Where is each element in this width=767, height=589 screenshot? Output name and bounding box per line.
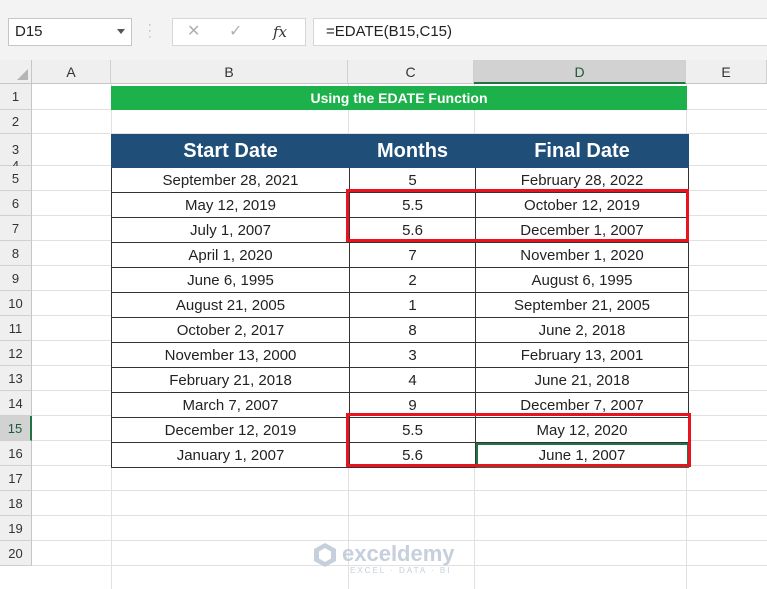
start-date-cell[interactable]: October 2, 2017 [111,317,350,343]
table-row: April 1, 2020 7 November 1, 2020 [111,242,689,268]
name-box-value: D15 [15,23,43,40]
final-date-cell[interactable]: February 13, 2001 [475,342,689,368]
gridline [32,515,767,516]
final-date-cell[interactable]: June 2, 2018 [475,317,689,343]
highlight-box [346,413,691,467]
column-header-e[interactable]: E [686,60,767,84]
months-cell[interactable]: 1 [349,292,476,318]
final-date-cell[interactable]: November 1, 2020 [475,242,689,268]
start-date-cell[interactable]: June 6, 1995 [111,267,350,293]
drag-handle-icon[interactable]: · · · [148,20,152,43]
row-header-20[interactable]: 20 [0,541,32,566]
name-box[interactable]: D15 [8,18,132,46]
highlight-box [346,189,689,242]
start-date-cell[interactable]: August 21, 2005 [111,292,350,318]
exceldemy-logo: exceldemy EXCEL · DATA · BI [312,540,462,580]
row-header-5[interactable]: 5 [0,166,32,191]
table-row: June 6, 1995 2 August 6, 1995 [111,267,689,293]
months-cell[interactable]: 7 [349,242,476,268]
row-header-16[interactable]: 16 [0,441,32,466]
row-header-6[interactable]: 6 [0,191,32,216]
select-all-corner[interactable] [0,60,32,84]
row-header-19[interactable]: 19 [0,516,32,541]
cancel-icon[interactable]: ✕ [187,21,200,43]
final-date-cell[interactable]: June 21, 2018 [475,367,689,393]
start-date-cell[interactable]: April 1, 2020 [111,242,350,268]
months-cell[interactable]: 2 [349,267,476,293]
row-header-10[interactable]: 10 [0,291,32,316]
row-header-14[interactable]: 14 [0,391,32,416]
final-date-cell[interactable]: September 21, 2005 [475,292,689,318]
start-date-cell[interactable]: February 21, 2018 [111,367,350,393]
row-header-8[interactable]: 8 [0,241,32,266]
row-header-18[interactable]: 18 [0,491,32,516]
logo-name: exceldemy [342,541,455,566]
months-cell[interactable]: 8 [349,317,476,343]
table-header-row: Start Date Months Final Date [111,134,689,168]
gridline [32,490,767,491]
chevron-down-icon[interactable] [117,29,125,34]
start-date-cell[interactable]: January 1, 2007 [111,442,350,468]
column-header-a[interactable]: A [32,60,111,84]
row-header-13[interactable]: 13 [0,366,32,391]
start-date-cell[interactable]: July 1, 2007 [111,217,350,243]
sheet-title[interactable]: Using the EDATE Function [111,86,687,110]
months-cell[interactable]: 3 [349,342,476,368]
start-date-cell[interactable]: September 28, 2021 [111,167,350,193]
start-date-cell[interactable]: December 12, 2019 [111,417,350,443]
column-header-d[interactable]: D [474,60,686,84]
formula-input[interactable]: =EDATE(B15,C15) [313,18,767,46]
start-date-cell[interactable]: November 13, 2000 [111,342,350,368]
final-date-cell[interactable]: August 6, 1995 [475,267,689,293]
table-row: November 13, 2000 3 February 13, 2001 [111,342,689,368]
header-start-date[interactable]: Start Date [111,134,350,168]
table-row: February 21, 2018 4 June 21, 2018 [111,367,689,393]
row-header-17[interactable]: 17 [0,466,32,491]
row-header-9[interactable]: 9 [0,266,32,291]
months-cell[interactable]: 4 [349,367,476,393]
row-header-15[interactable]: 15 [0,416,32,441]
header-final-date[interactable]: Final Date [475,134,689,168]
start-date-cell[interactable]: May 12, 2019 [111,192,350,218]
logo-icon [314,543,336,567]
column-header-c[interactable]: C [348,60,474,84]
table-row: August 21, 2005 1 September 21, 2005 [111,292,689,318]
formula-buttons: ✕ ✓ fx [172,18,306,46]
start-date-cell[interactable]: March 7, 2007 [111,392,350,418]
row-header-2[interactable]: 2 [0,110,32,134]
row-header-7[interactable]: 7 [0,216,32,241]
column-header-b[interactable]: B [111,60,348,84]
row-header-12[interactable]: 12 [0,341,32,366]
insert-function-icon[interactable]: fx [273,21,287,43]
logo-tagline: EXCEL · DATA · BI [350,566,452,575]
enter-icon[interactable]: ✓ [229,21,242,43]
row-header-11[interactable]: 11 [0,316,32,341]
table-row: October 2, 2017 8 June 2, 2018 [111,317,689,343]
formula-bar: D15 · · · ✕ ✓ fx =EDATE(B15,C15) [0,0,767,60]
header-months[interactable]: Months [349,134,476,168]
row-header-1[interactable]: 1 [0,84,32,110]
